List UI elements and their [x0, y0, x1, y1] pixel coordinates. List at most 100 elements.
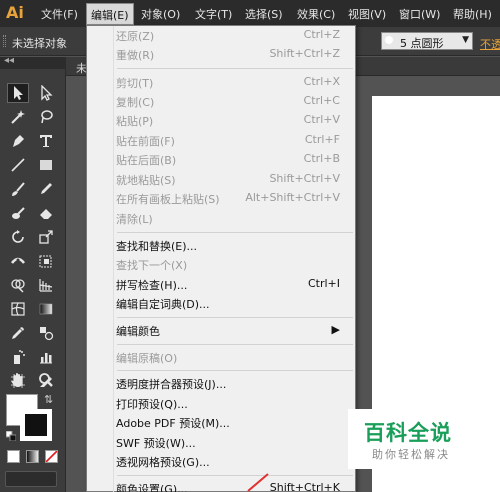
blend-tool-icon[interactable] — [35, 323, 57, 343]
none-mode-icon[interactable] — [45, 450, 58, 463]
menu-separator — [117, 317, 353, 318]
menu-item-label: 透视网格预设(G)... — [116, 456, 210, 469]
scale-tool-icon[interactable] — [35, 227, 57, 247]
rectangle-tool-icon[interactable] — [35, 155, 57, 175]
menu-item-paste-in-back[interactable]: 贴在后面(B) Ctrl+B — [116, 152, 346, 171]
swap-fill-stroke-icon[interactable]: ⇅ — [44, 393, 53, 406]
menu-item-perspective-grid-presets[interactable]: 透视网格预设(G)... — [116, 454, 346, 473]
column-graph-tool-icon[interactable] — [35, 347, 57, 367]
line-segment-tool-icon[interactable] — [7, 155, 29, 175]
menu-item-shortcut: Ctrl+C — [303, 94, 340, 107]
menu-item-shortcut: Shift+Ctrl+K — [269, 481, 340, 492]
menu-item-shortcut: Alt+Shift+Ctrl+V — [245, 191, 340, 204]
blob-brush-tool-icon[interactable] — [7, 203, 29, 223]
menu-item-paste-on-all-artboards[interactable]: 在所有画板上粘贴(S) Alt+Shift+Ctrl+V — [116, 191, 346, 210]
free-transform-tool-icon[interactable] — [35, 251, 57, 271]
default-colors-icon[interactable] — [6, 431, 16, 441]
eraser-tool-icon[interactable] — [35, 203, 57, 223]
menu-file[interactable]: 文件(F) — [41, 6, 78, 22]
menu-item-shortcut: Shift+Ctrl+V — [269, 172, 340, 185]
menu-item-paste-in-place[interactable]: 就地粘贴(S) Shift+Ctrl+V — [116, 172, 346, 191]
pen-tool-icon[interactable] — [7, 131, 29, 151]
menu-item-edit-original[interactable]: 编辑原稿(O) — [116, 350, 346, 369]
drawing-modes-icon[interactable] — [5, 471, 57, 487]
menu-item-paste[interactable]: 粘贴(P) Ctrl+V — [116, 113, 346, 132]
menu-item-label: 透明度拼合器预设(J)... — [116, 378, 227, 391]
tools-panel: ◂◂ ⇅ — [0, 55, 66, 492]
watermark-subtitle: 助你轻松解决 — [372, 448, 450, 461]
symbol-sprayer-tool-icon[interactable] — [7, 347, 29, 367]
rotate-tool-icon[interactable] — [7, 227, 29, 247]
menu-select[interactable]: 选择(S) — [245, 6, 283, 22]
selection-status: 未选择对象 — [12, 37, 67, 50]
brush-definition-select[interactable]: 5 点圆形 ▼ — [381, 32, 473, 50]
collapse-panel-icon[interactable]: ◂◂ — [4, 55, 14, 66]
paintbrush-tool-icon[interactable] — [7, 179, 29, 199]
menu-edit[interactable]: 编辑(E) — [86, 3, 134, 25]
gradient-mode-icon[interactable] — [26, 450, 39, 463]
menu-object[interactable]: 对象(O) — [141, 6, 180, 22]
menu-item-transparency-flattener-presets[interactable]: 透明度拼合器预设(J)... — [116, 376, 346, 395]
menu-item-label: 编辑颜色 — [116, 325, 160, 338]
mesh-tool-icon[interactable] — [7, 299, 29, 319]
menu-item-print-presets[interactable]: 打印预设(Q)... — [116, 396, 346, 415]
brush-definition-value: 5 点圆形 — [400, 37, 444, 50]
menu-item-label: 在所有画板上粘贴(S) — [116, 193, 220, 206]
menu-item-redo[interactable]: 重做(R) Shift+Ctrl+Z — [116, 47, 346, 66]
menu-item-shortcut: Ctrl+B — [303, 152, 340, 165]
menu-item-label: 拼写检查(H)... — [116, 279, 188, 292]
pencil-tool-icon[interactable] — [35, 179, 57, 199]
color-mode-icon[interactable] — [7, 450, 20, 463]
hand-tool-icon[interactable] — [7, 370, 29, 390]
menu-item-shortcut: Ctrl+V — [303, 113, 340, 126]
type-tool-icon[interactable] — [35, 131, 57, 151]
menu-item-clear[interactable]: 清除(L) — [116, 211, 346, 230]
menu-item-paste-in-front[interactable]: 贴在前面(F) Ctrl+F — [116, 133, 346, 152]
menu-item-label: 贴在后面(B) — [116, 154, 177, 167]
menu-item-shortcut: Ctrl+Z — [303, 28, 340, 41]
menu-item-edit-custom-dictionary[interactable]: 编辑自定词典(D)... — [116, 296, 346, 315]
menu-bar: Ai 文件(F) 编辑(E) 对象(O) 文字(T) 选择(S) 效果(C) 视… — [0, 0, 500, 27]
chevron-down-icon: ▼ — [462, 35, 469, 45]
menu-item-copy[interactable]: 复制(C) Ctrl+C — [116, 94, 346, 113]
menu-item-label: 就地粘贴(S) — [116, 174, 176, 187]
menu-item-color-settings[interactable]: 颜色设置(G)... Shift+Ctrl+K — [116, 481, 346, 492]
menu-item-label: SWF 预设(W)... — [116, 437, 196, 450]
menu-help[interactable]: 帮助(H) — [453, 6, 492, 22]
menu-item-cut[interactable]: 剪切(T) Ctrl+X — [116, 75, 346, 94]
lasso-tool-icon[interactable] — [35, 107, 57, 127]
perspective-grid-tool-icon[interactable] — [35, 275, 57, 295]
zoom-tool-icon[interactable] — [35, 370, 57, 390]
menu-item-edit-colors[interactable]: 编辑颜色 ▶ — [116, 323, 346, 342]
menu-item-label: 重做(R) — [116, 49, 155, 62]
menu-item-undo[interactable]: 还原(Z) Ctrl+Z — [116, 28, 346, 47]
brush-dot-icon — [385, 36, 393, 44]
gradient-tool-icon[interactable] — [35, 299, 57, 319]
menu-item-label: 还原(Z) — [116, 30, 155, 43]
menu-item-label: 贴在前面(F) — [116, 135, 175, 148]
menu-view[interactable]: 视图(V) — [348, 6, 386, 22]
watermark: 百科全说 助你轻松解决 — [348, 409, 464, 469]
menu-item-check-spelling[interactable]: 拼写检查(H)... Ctrl+I — [116, 277, 346, 296]
opacity-link[interactable]: 不透 — [480, 36, 500, 52]
selection-tool-icon[interactable] — [7, 83, 29, 103]
eyedropper-tool-icon[interactable] — [7, 323, 29, 343]
menu-item-label: 清除(L) — [116, 213, 153, 226]
menu-effect[interactable]: 效果(C) — [297, 6, 335, 22]
menu-window[interactable]: 窗口(W) — [399, 6, 440, 22]
shape-builder-tool-icon[interactable] — [7, 275, 29, 295]
watermark-title: 百科全说 — [364, 421, 452, 445]
menu-item-find-next[interactable]: 查找下一个(X) — [116, 257, 346, 276]
panel-grip-icon[interactable] — [3, 35, 6, 47]
menu-separator — [117, 344, 353, 345]
stroke-color-swatch[interactable] — [20, 409, 52, 441]
menu-item-label: 颜色设置(G)... — [116, 483, 188, 492]
direct-selection-tool-icon[interactable] — [35, 83, 57, 103]
menu-item-adobe-pdf-presets[interactable]: Adobe PDF 预设(M)... — [116, 415, 346, 434]
menu-type[interactable]: 文字(T) — [195, 6, 232, 22]
width-tool-icon[interactable] — [7, 251, 29, 271]
menu-item-swf-presets[interactable]: SWF 预设(W)... — [116, 435, 346, 454]
menu-item-find-replace[interactable]: 查找和替换(E)... — [116, 238, 346, 257]
magic-wand-tool-icon[interactable] — [7, 107, 29, 127]
menu-item-label: 剪切(T) — [116, 77, 154, 90]
